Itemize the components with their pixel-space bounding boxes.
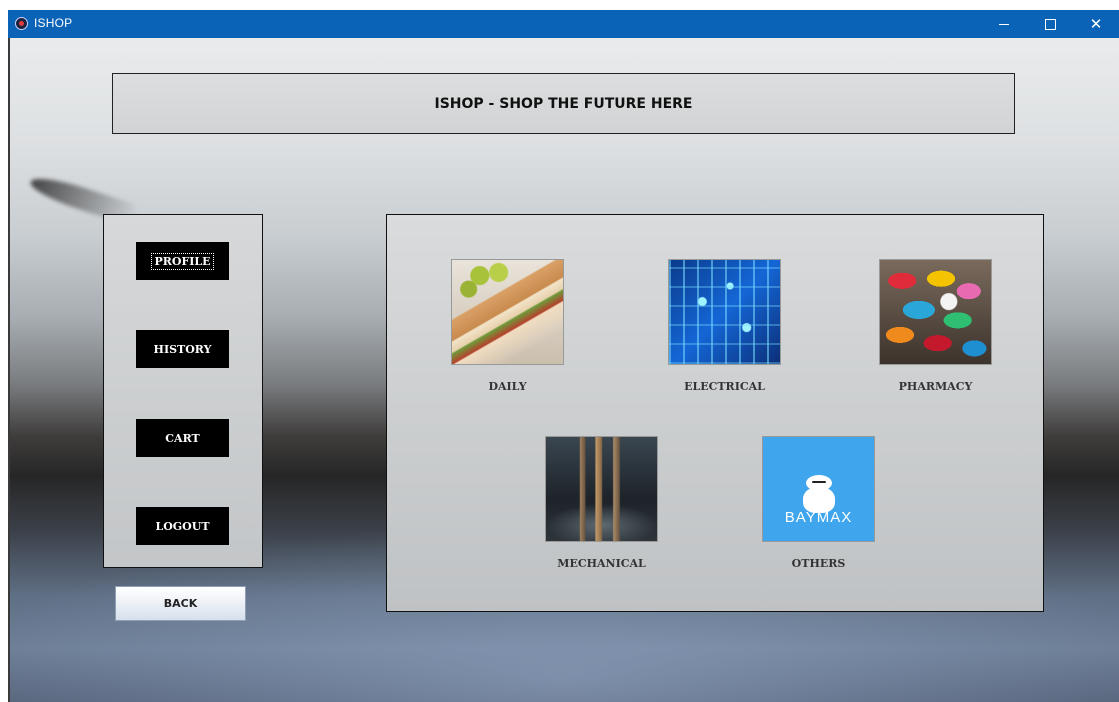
logout-button-label: LOGOUT <box>155 519 210 533</box>
category-mechanical[interactable]: MECHANICAL <box>545 436 658 570</box>
back-button[interactable]: BACK <box>115 586 246 621</box>
baymax-logo-text: BAYMAX <box>784 509 853 526</box>
category-label: MECHANICAL <box>557 557 646 570</box>
app-icon <box>15 17 28 30</box>
category-panel: DAILY ELECTRICAL PHARMACY MECHANICAL BAY… <box>386 214 1044 612</box>
cart-button-label: CART <box>165 431 200 445</box>
close-icon[interactable]: ✕ <box>1073 10 1119 38</box>
sandwich-image[interactable] <box>451 259 564 365</box>
window-title: ISHOP <box>34 16 73 30</box>
mechanical-city-image[interactable] <box>545 436 658 542</box>
banner-title: ISHOP - SHOP THE FUTURE HERE <box>434 95 693 112</box>
category-pharmacy[interactable]: PHARMACY <box>879 259 992 393</box>
logout-button[interactable]: LOGOUT <box>136 507 229 545</box>
pills-image[interactable] <box>879 259 992 365</box>
baymax-eyes-icon <box>812 481 826 483</box>
category-others[interactable]: BAYMAX OTHERS <box>762 436 875 570</box>
category-label: OTHERS <box>791 557 846 570</box>
title-bar[interactable]: ISHOP ✕ <box>8 10 1119 38</box>
profile-button-label: PROFILE <box>151 252 214 270</box>
category-label: DAILY <box>488 380 527 393</box>
cart-button[interactable]: CART <box>136 419 229 457</box>
circuit-board-image[interactable] <box>668 259 781 365</box>
profile-button[interactable]: PROFILE <box>136 242 229 280</box>
page-banner: ISHOP - SHOP THE FUTURE HERE <box>112 73 1015 134</box>
back-button-label: BACK <box>163 597 198 610</box>
history-button[interactable]: HISTORY <box>136 330 229 368</box>
category-electrical[interactable]: ELECTRICAL <box>668 259 781 393</box>
app-window: ISHOP ✕ ISHOP - SHOP THE FUTURE HERE PRO… <box>8 10 1119 702</box>
category-daily[interactable]: DAILY <box>451 259 564 393</box>
minimize-icon[interactable] <box>981 10 1027 38</box>
maximize-icon[interactable] <box>1027 10 1073 38</box>
category-label: ELECTRICAL <box>684 380 765 393</box>
baymax-logo-image[interactable]: BAYMAX <box>762 436 875 542</box>
sidebar-panel: PROFILE HISTORY CART LOGOUT <box>103 214 263 568</box>
category-label: PHARMACY <box>898 380 973 393</box>
history-button-label: HISTORY <box>153 342 212 356</box>
main-content: ISHOP - SHOP THE FUTURE HERE PROFILE HIS… <box>8 38 1119 702</box>
